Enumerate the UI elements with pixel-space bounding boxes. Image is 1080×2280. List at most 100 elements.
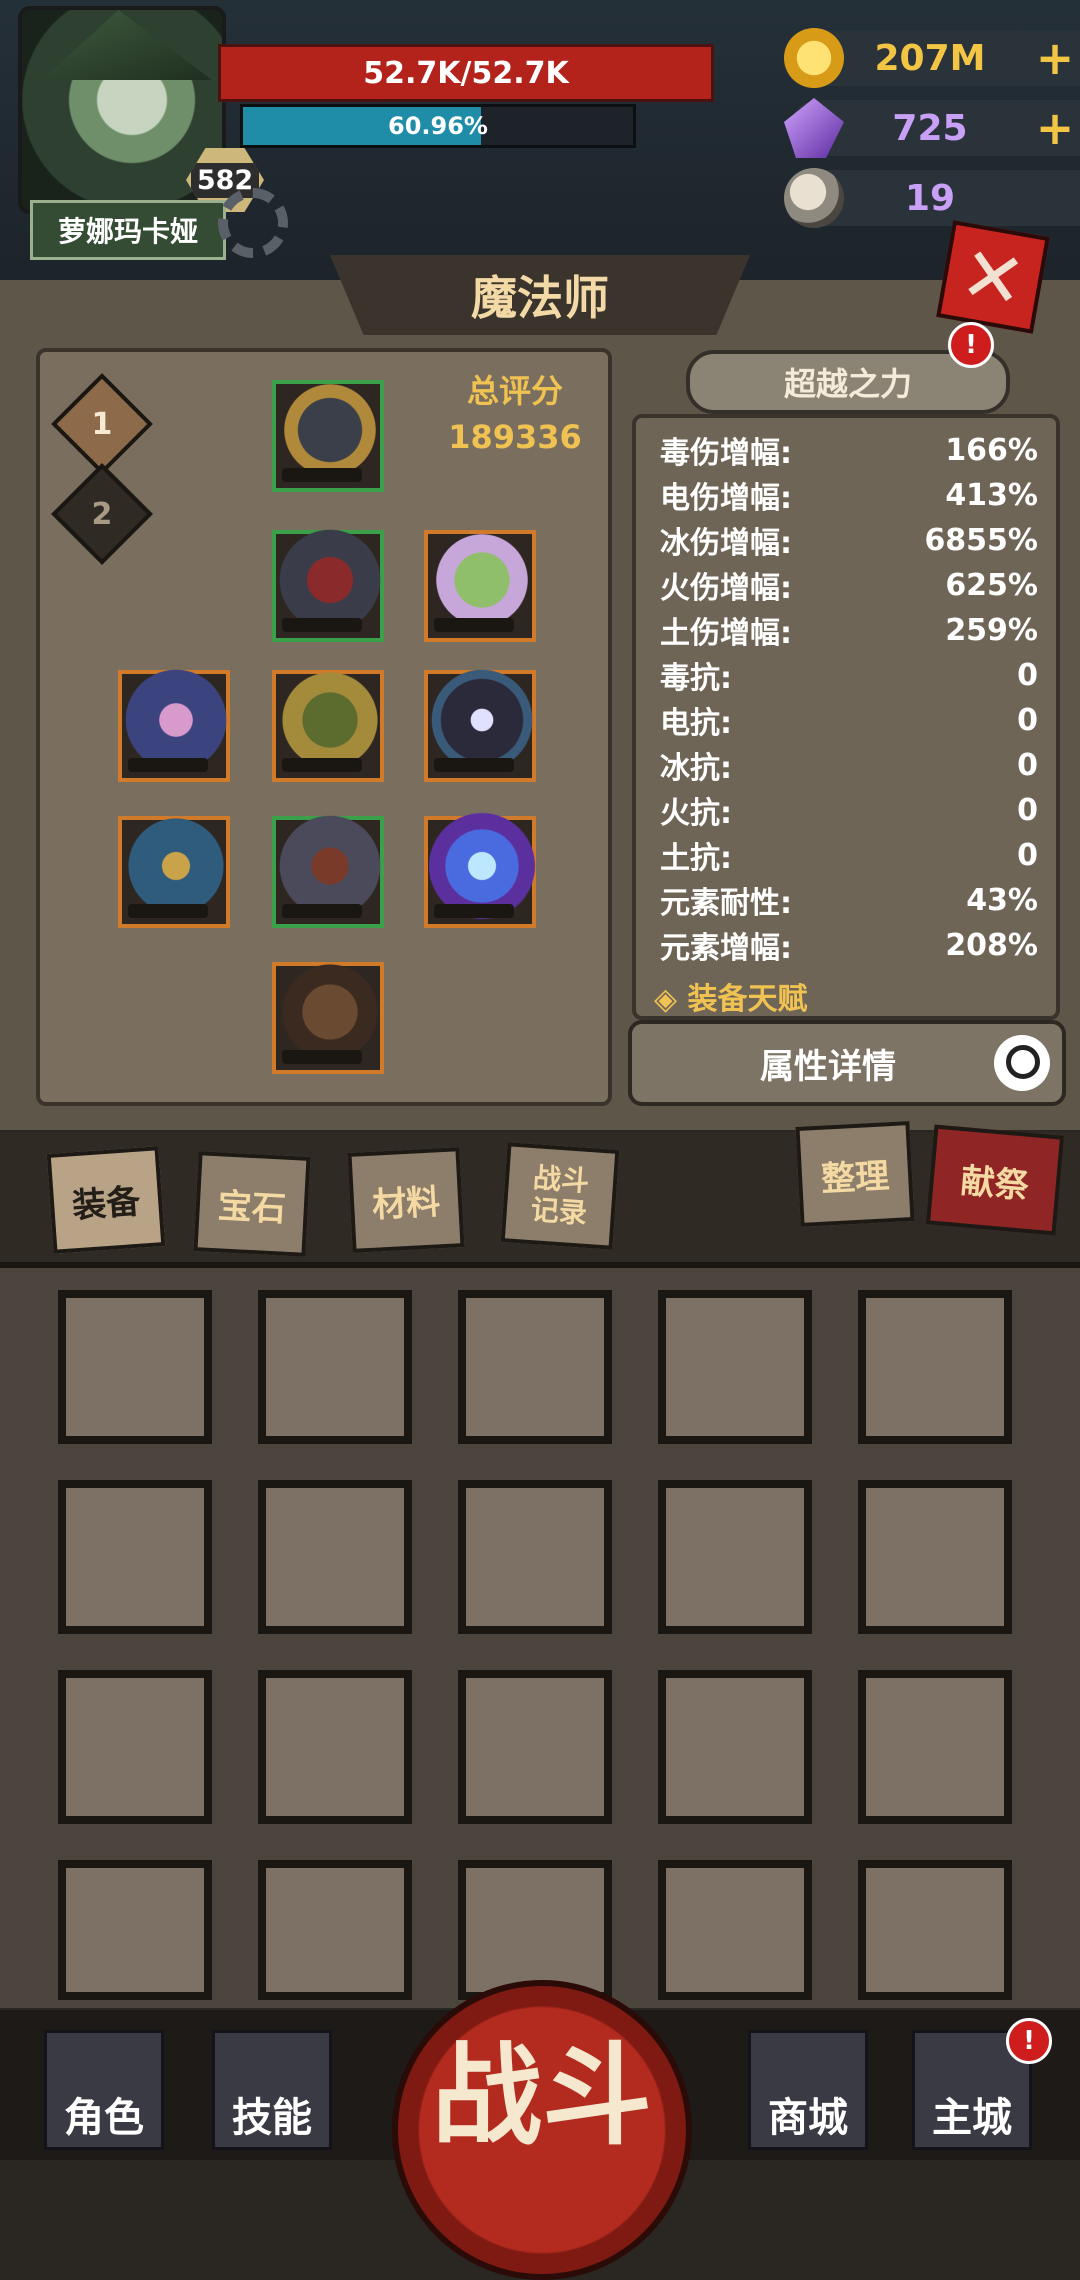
loadout-2-label: 2 [91, 496, 113, 532]
inventory-cell[interactable] [858, 1480, 1012, 1634]
beyond-alert-badge: ! [948, 322, 994, 368]
crystal-resource: 725 + [784, 98, 1080, 158]
boots-slot[interactable] [266, 948, 394, 1076]
stat-row: 冰伤增幅: 6855% [660, 518, 1038, 562]
inventory-cell[interactable] [58, 1860, 212, 2000]
battle-log-line-2: 记录 [529, 1193, 589, 1230]
inventory-cell[interactable] [458, 1480, 612, 1634]
mp-bar: 60.96% [240, 104, 636, 148]
inventory-cell[interactable] [458, 1860, 612, 2000]
gold-coin-icon [784, 28, 844, 88]
stat-row: 火伤增幅: 625% [660, 563, 1038, 607]
tab-materials[interactable]: 材料 [347, 1147, 465, 1253]
helmet-slot[interactable] [266, 366, 394, 494]
inventory-cell[interactable] [858, 1860, 1012, 2000]
belt-slot[interactable] [266, 656, 394, 784]
nav-skill-button[interactable]: 技能 [212, 2030, 332, 2150]
nav-shop-button[interactable]: 商城 [748, 2030, 868, 2150]
add-gold-button[interactable]: + [1030, 31, 1080, 85]
stat-row: 冰抗: 0 [660, 743, 1038, 787]
sort-button[interactable]: 整理 [795, 1121, 915, 1227]
inventory-cell[interactable] [858, 1670, 1012, 1824]
search-icon [994, 1035, 1050, 1091]
inventory-cell[interactable] [258, 1860, 412, 2000]
add-crystal-button[interactable]: + [1030, 101, 1080, 155]
cloak-slot[interactable] [418, 516, 546, 644]
stat-row: 电伤增幅: 413% [660, 473, 1038, 517]
stat-value: 6855% [924, 522, 1038, 558]
close-button[interactable]: ✕ [936, 220, 1050, 334]
tab-equipment[interactable]: 装备 [46, 1146, 166, 1254]
stat-row: 电抗: 0 [660, 698, 1038, 742]
stat-row: 元素耐性: 43% [660, 878, 1038, 922]
inventory-cell[interactable] [658, 1290, 812, 1444]
inventory-grid [0, 1268, 1080, 2008]
inventory-cell[interactable] [58, 1670, 212, 1824]
inventory-cell[interactable] [258, 1670, 412, 1824]
stat-value: 166% [945, 432, 1038, 468]
inventory-cell[interactable] [658, 1480, 812, 1634]
stat-value: 0 [1017, 657, 1038, 693]
inventory-cell[interactable] [58, 1290, 212, 1444]
inventory-cell[interactable] [458, 1670, 612, 1824]
stat-value: 413% [945, 477, 1038, 513]
inventory-cell[interactable] [258, 1290, 412, 1444]
settings-gear-icon[interactable] [218, 188, 288, 258]
orb-slot[interactable] [418, 802, 546, 930]
inventory-cell[interactable] [658, 1860, 812, 2000]
tab-battle-log[interactable]: 战斗 记录 [500, 1142, 620, 1250]
city-alert-badge: ! [1006, 2018, 1052, 2064]
stat-label: 冰伤增幅: [660, 526, 792, 561]
stat-label: 火伤增幅: [660, 571, 792, 606]
attribute-details-label: 属性详情 [760, 1046, 896, 1087]
stat-row: 毒伤增幅: 166% [660, 428, 1038, 472]
gold-resource: 207M + [784, 28, 1080, 88]
sacrifice-button[interactable]: 献祭 [925, 1124, 1065, 1236]
inventory-cell[interactable] [258, 1480, 412, 1634]
stat-label: 冰抗: [660, 751, 732, 786]
inventory-cell[interactable] [458, 1290, 612, 1444]
gloves-slot[interactable] [266, 802, 394, 930]
stat-value: 0 [1017, 792, 1038, 828]
stat-label: 元素耐性: [660, 886, 792, 921]
stat-row: 元素增幅: 208% [660, 923, 1038, 967]
stat-value: 0 [1017, 702, 1038, 738]
fight-button[interactable]: 战斗 [392, 1980, 692, 2280]
stat-label: 电抗: [660, 706, 732, 741]
stat-label: 毒伤增幅: [660, 436, 792, 471]
stat-row: 火抗: 0 [660, 788, 1038, 832]
stat-row: 土抗: 0 [660, 833, 1038, 877]
stat-row: 毒抗: 0 [660, 653, 1038, 697]
stat-value: 0 [1017, 837, 1038, 873]
inventory-cell[interactable] [858, 1290, 1012, 1444]
stats-list[interactable]: 毒伤增幅: 166% 电伤增幅: 413% 冰伤增幅: 6855% 火伤增幅: 625%… [632, 414, 1060, 1020]
stat-value: 0 [1017, 747, 1038, 783]
weapon-slot[interactable] [112, 802, 240, 930]
stat-label: 电伤增幅: [660, 481, 792, 516]
stat-label: 元素增幅: [660, 931, 792, 966]
amulet-slot[interactable] [112, 656, 240, 784]
player-name: 萝娜玛卡娅 [30, 200, 226, 260]
attribute-details-button[interactable]: 属性详情 [628, 1020, 1066, 1106]
mask-slot[interactable] [418, 656, 546, 784]
equipment-talent-label[interactable]: ◈ 装备天赋 [654, 974, 808, 1016]
nav-role-button[interactable]: 角色 [44, 2030, 164, 2150]
total-score-value: 189336 [448, 418, 582, 456]
stat-value: 43% [966, 882, 1038, 918]
hp-bar: 52.7K/52.7K [218, 44, 714, 102]
stat-label: 火抗: [660, 796, 732, 831]
total-score-label: 总评分 [466, 372, 563, 410]
class-title: 魔法师 [330, 255, 750, 335]
stat-row: 土伤增幅: 259% [660, 608, 1038, 652]
armor-slot[interactable] [266, 516, 394, 644]
stat-value: 208% [945, 927, 1038, 963]
skull-resource: 19 [784, 168, 1080, 228]
stat-value: 625% [945, 567, 1038, 603]
inventory-cell[interactable] [58, 1480, 212, 1634]
inventory-cell[interactable] [658, 1670, 812, 1824]
tab-gems[interactable]: 宝石 [193, 1151, 311, 1257]
battle-log-line-1: 战斗 [532, 1161, 591, 1198]
ram-skull-icon [784, 168, 844, 228]
stat-value: 259% [945, 612, 1038, 648]
stat-label: 土抗: [660, 841, 732, 876]
